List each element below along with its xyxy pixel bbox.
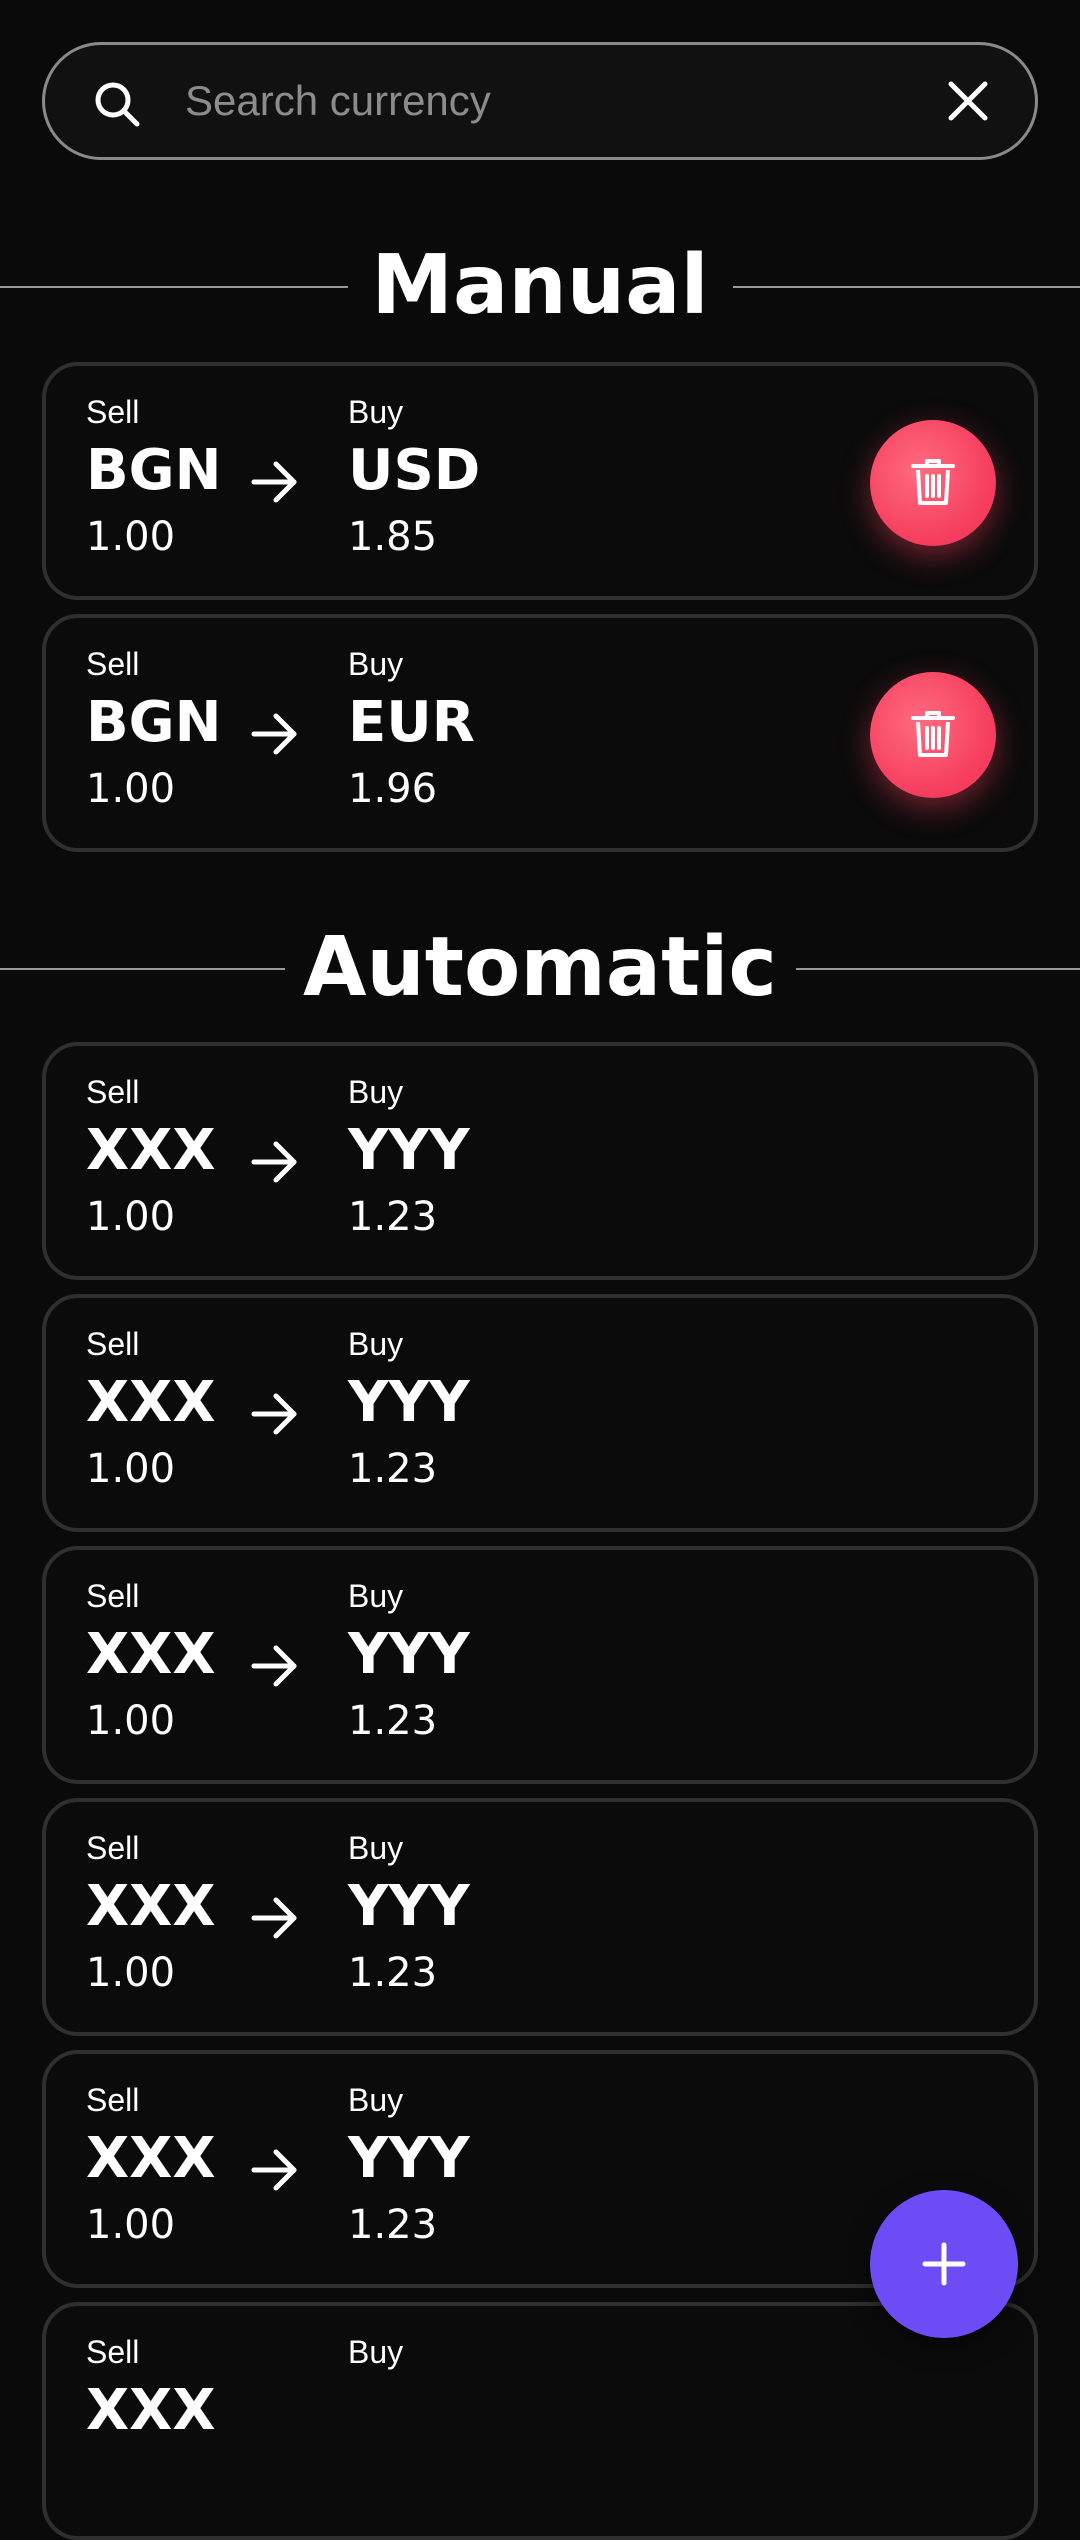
buy-amount: 1.23: [348, 1950, 438, 1996]
buy-label: Buy: [348, 646, 404, 682]
buy-amount: 1.85: [348, 514, 438, 560]
arrow-right-icon: [251, 1897, 297, 1939]
sell-amount: 1.00: [86, 1194, 176, 1240]
buy-amount: 1.96: [348, 766, 438, 812]
buy-label: Buy: [348, 2334, 404, 2370]
sell-currency-code: XXX: [86, 2126, 216, 2191]
add-rate-button[interactable]: [870, 2190, 1018, 2338]
sell-amount: 1.00: [86, 766, 176, 812]
delete-button[interactable]: [870, 672, 996, 798]
buy-currency-code: EUR: [348, 690, 475, 755]
automatic-rate-card[interactable]: Sell XXX 1.00 Buy YYY 1.23: [42, 1294, 1038, 1532]
automatic-rate-card[interactable]: Sell XXX 1.00 Buy YYY 1.23: [42, 1798, 1038, 2036]
trash-icon: [911, 711, 955, 757]
sell-amount: 1.00: [86, 2202, 176, 2248]
arrow-right-icon: [251, 1393, 297, 1435]
buy-label: Buy: [348, 1578, 404, 1614]
arrow-right-icon: [251, 2149, 297, 2191]
search-icon: [95, 82, 140, 127]
sell-label: Sell: [86, 2082, 140, 2118]
sell-label: Sell: [86, 1830, 140, 1866]
close-icon[interactable]: [947, 80, 989, 122]
sell-label: Sell: [86, 1578, 140, 1614]
buy-label: Buy: [348, 1830, 404, 1866]
automatic-rate-card[interactable]: Sell XXX 1.00 Buy YYY 1.23: [42, 1546, 1038, 1784]
buy-currency-code: YYY: [348, 1118, 470, 1183]
search-bar[interactable]: [42, 42, 1038, 160]
buy-currency-code: YYY: [348, 1622, 470, 1687]
divider-line: [733, 286, 1080, 288]
automatic-section-header: Automatic: [0, 918, 1080, 1018]
divider-line: [796, 968, 1080, 970]
buy-currency-code: YYY: [348, 2126, 470, 2191]
sell-amount: 1.00: [86, 1950, 176, 1996]
sell-label: Sell: [86, 1074, 140, 1110]
sell-label: Sell: [86, 1326, 140, 1362]
sell-label: Sell: [86, 2334, 140, 2370]
buy-amount: 1.23: [348, 1446, 438, 1492]
arrow-right-icon: [251, 1645, 297, 1687]
arrow-right-icon: [251, 713, 297, 755]
buy-currency-code: YYY: [348, 1370, 470, 1435]
trash-icon: [911, 459, 955, 505]
arrow-right-icon: [251, 461, 297, 503]
manual-rate-card[interactable]: Sell BGN 1.00 Buy EUR 1.96: [42, 614, 1038, 852]
manual-rate-card[interactable]: Sell BGN 1.00 Buy USD 1.85: [42, 362, 1038, 600]
arrow-right-icon: [251, 1141, 297, 1183]
delete-button[interactable]: [870, 420, 996, 546]
buy-label: Buy: [348, 394, 404, 430]
manual-section-header: Manual: [0, 236, 1080, 336]
sell-currency-code: XXX: [86, 2378, 216, 2443]
sell-amount: 1.00: [86, 1698, 176, 1744]
sell-currency-code: XXX: [86, 1118, 216, 1183]
sell-amount: 1.00: [86, 514, 176, 560]
buy-label: Buy: [348, 1326, 404, 1362]
buy-currency-code: USD: [348, 438, 481, 503]
search-input[interactable]: [185, 45, 945, 157]
sell-currency-code: XXX: [86, 1622, 216, 1687]
sell-currency-code: BGN: [86, 690, 222, 755]
buy-amount: 1.23: [348, 2202, 438, 2248]
buy-label: Buy: [348, 1074, 404, 1110]
sell-currency-code: BGN: [86, 438, 222, 503]
plus-icon: [922, 2242, 966, 2286]
automatic-rate-card[interactable]: Sell XXX 1.00 Buy YYY 1.23: [42, 1042, 1038, 1280]
buy-amount: 1.23: [348, 1194, 438, 1240]
sell-currency-code: XXX: [86, 1370, 216, 1435]
sell-amount: 1.00: [86, 1446, 176, 1492]
sell-label: Sell: [86, 646, 140, 682]
sell-label: Sell: [86, 394, 140, 430]
buy-amount: 1.23: [348, 1698, 438, 1744]
automatic-rate-card[interactable]: Sell XXX Buy: [42, 2302, 1038, 2540]
buy-label: Buy: [348, 2082, 404, 2118]
sell-currency-code: XXX: [86, 1874, 216, 1939]
buy-currency-code: YYY: [348, 1874, 470, 1939]
